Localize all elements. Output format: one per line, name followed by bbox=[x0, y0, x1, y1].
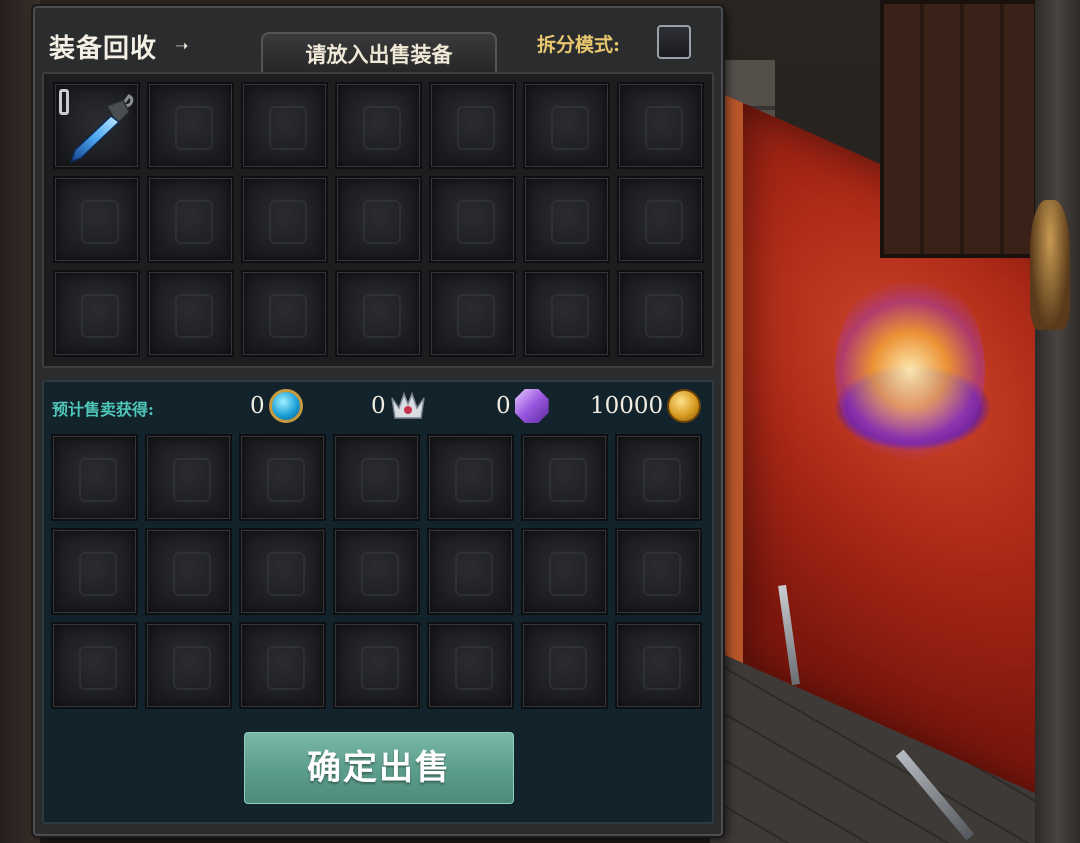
arrow-icon: ➝ bbox=[175, 36, 189, 55]
result-slot[interactable] bbox=[239, 622, 326, 709]
sell-slot[interactable] bbox=[429, 176, 516, 263]
silver-crown-icon bbox=[390, 390, 426, 422]
result-slot[interactable] bbox=[333, 622, 420, 709]
sell-slot[interactable] bbox=[429, 82, 516, 169]
reward-purple-gem: 0 bbox=[496, 388, 549, 424]
gold-coin-icon bbox=[667, 389, 702, 423]
result-slot[interactable] bbox=[145, 622, 232, 709]
purple-gem-icon bbox=[514, 389, 549, 423]
result-slot[interactable] bbox=[521, 434, 608, 521]
reward-blue-coin: 0 bbox=[250, 388, 303, 424]
wooden-door bbox=[880, 0, 1038, 258]
blue-coin-icon bbox=[268, 389, 303, 423]
stone-pillar bbox=[1035, 0, 1080, 843]
player-character[interactable] bbox=[835, 270, 985, 470]
result-slot[interactable] bbox=[239, 528, 326, 615]
estimate-section: 预计售卖获得: 0 0 0 10000 确定出售 bbox=[42, 380, 714, 824]
sell-slot[interactable] bbox=[147, 270, 234, 357]
result-slot[interactable] bbox=[615, 528, 702, 615]
sell-slot[interactable] bbox=[617, 270, 704, 357]
result-slot[interactable] bbox=[333, 528, 420, 615]
result-slot[interactable] bbox=[239, 434, 326, 521]
sell-slot[interactable] bbox=[617, 176, 704, 263]
sell-slot[interactable] bbox=[53, 270, 140, 357]
sell-slot[interactable] bbox=[147, 82, 234, 169]
reward-silver-crown: 0 bbox=[371, 388, 426, 424]
sell-slot[interactable] bbox=[241, 176, 328, 263]
reward-value: 0 bbox=[371, 393, 386, 419]
sell-slot[interactable] bbox=[523, 176, 610, 263]
result-slots-grid bbox=[51, 428, 702, 718]
sell-slot[interactable] bbox=[335, 82, 422, 169]
sell-slot[interactable] bbox=[241, 270, 328, 357]
result-slot[interactable] bbox=[51, 622, 138, 709]
sell-slot[interactable] bbox=[335, 176, 422, 263]
tab-sell-equipment[interactable]: 请放入出售装备 bbox=[261, 32, 497, 76]
reward-gold-coin: 10000 bbox=[590, 388, 702, 424]
sell-slot[interactable] bbox=[523, 270, 610, 357]
sell-slots bbox=[53, 82, 704, 357]
sell-slot[interactable] bbox=[53, 82, 140, 169]
sell-slot[interactable] bbox=[335, 270, 422, 357]
split-mode-label: 拆分模式: bbox=[537, 34, 621, 56]
sell-slot[interactable] bbox=[523, 82, 610, 169]
result-slots bbox=[51, 434, 702, 709]
split-mode-checkbox[interactable] bbox=[657, 25, 691, 59]
result-slot[interactable] bbox=[521, 622, 608, 709]
result-slot[interactable] bbox=[145, 528, 232, 615]
result-slot[interactable] bbox=[615, 434, 702, 521]
reward-value: 10000 bbox=[590, 393, 664, 419]
reward-value: 0 bbox=[250, 393, 265, 419]
result-slot[interactable] bbox=[51, 434, 138, 521]
reward-value: 0 bbox=[496, 393, 511, 419]
sell-slot[interactable] bbox=[617, 82, 704, 169]
result-slot[interactable] bbox=[427, 434, 514, 521]
sell-slot[interactable] bbox=[241, 82, 328, 169]
equipment-recycle-panel: 装备回收 ➝ 请放入出售装备 拆分模式: 预计售卖获得: 0 0 0 10000 bbox=[33, 6, 723, 836]
npc-character[interactable] bbox=[1030, 200, 1070, 330]
result-slot[interactable] bbox=[521, 528, 608, 615]
result-slot[interactable] bbox=[615, 622, 702, 709]
result-slot[interactable] bbox=[333, 434, 420, 521]
confirm-sell-button[interactable]: 确定出售 bbox=[244, 732, 514, 804]
sell-slots-grid bbox=[42, 72, 714, 368]
sell-slot[interactable] bbox=[147, 176, 234, 263]
result-slot[interactable] bbox=[427, 528, 514, 615]
result-slot[interactable] bbox=[51, 528, 138, 615]
result-slot[interactable] bbox=[427, 622, 514, 709]
estimate-label: 预计售卖获得: bbox=[52, 400, 154, 419]
dagger-icon bbox=[67, 92, 137, 168]
sell-slot[interactable] bbox=[429, 270, 516, 357]
panel-title: 装备回收 bbox=[49, 34, 158, 64]
result-slot[interactable] bbox=[145, 434, 232, 521]
sell-slot[interactable] bbox=[53, 176, 140, 263]
